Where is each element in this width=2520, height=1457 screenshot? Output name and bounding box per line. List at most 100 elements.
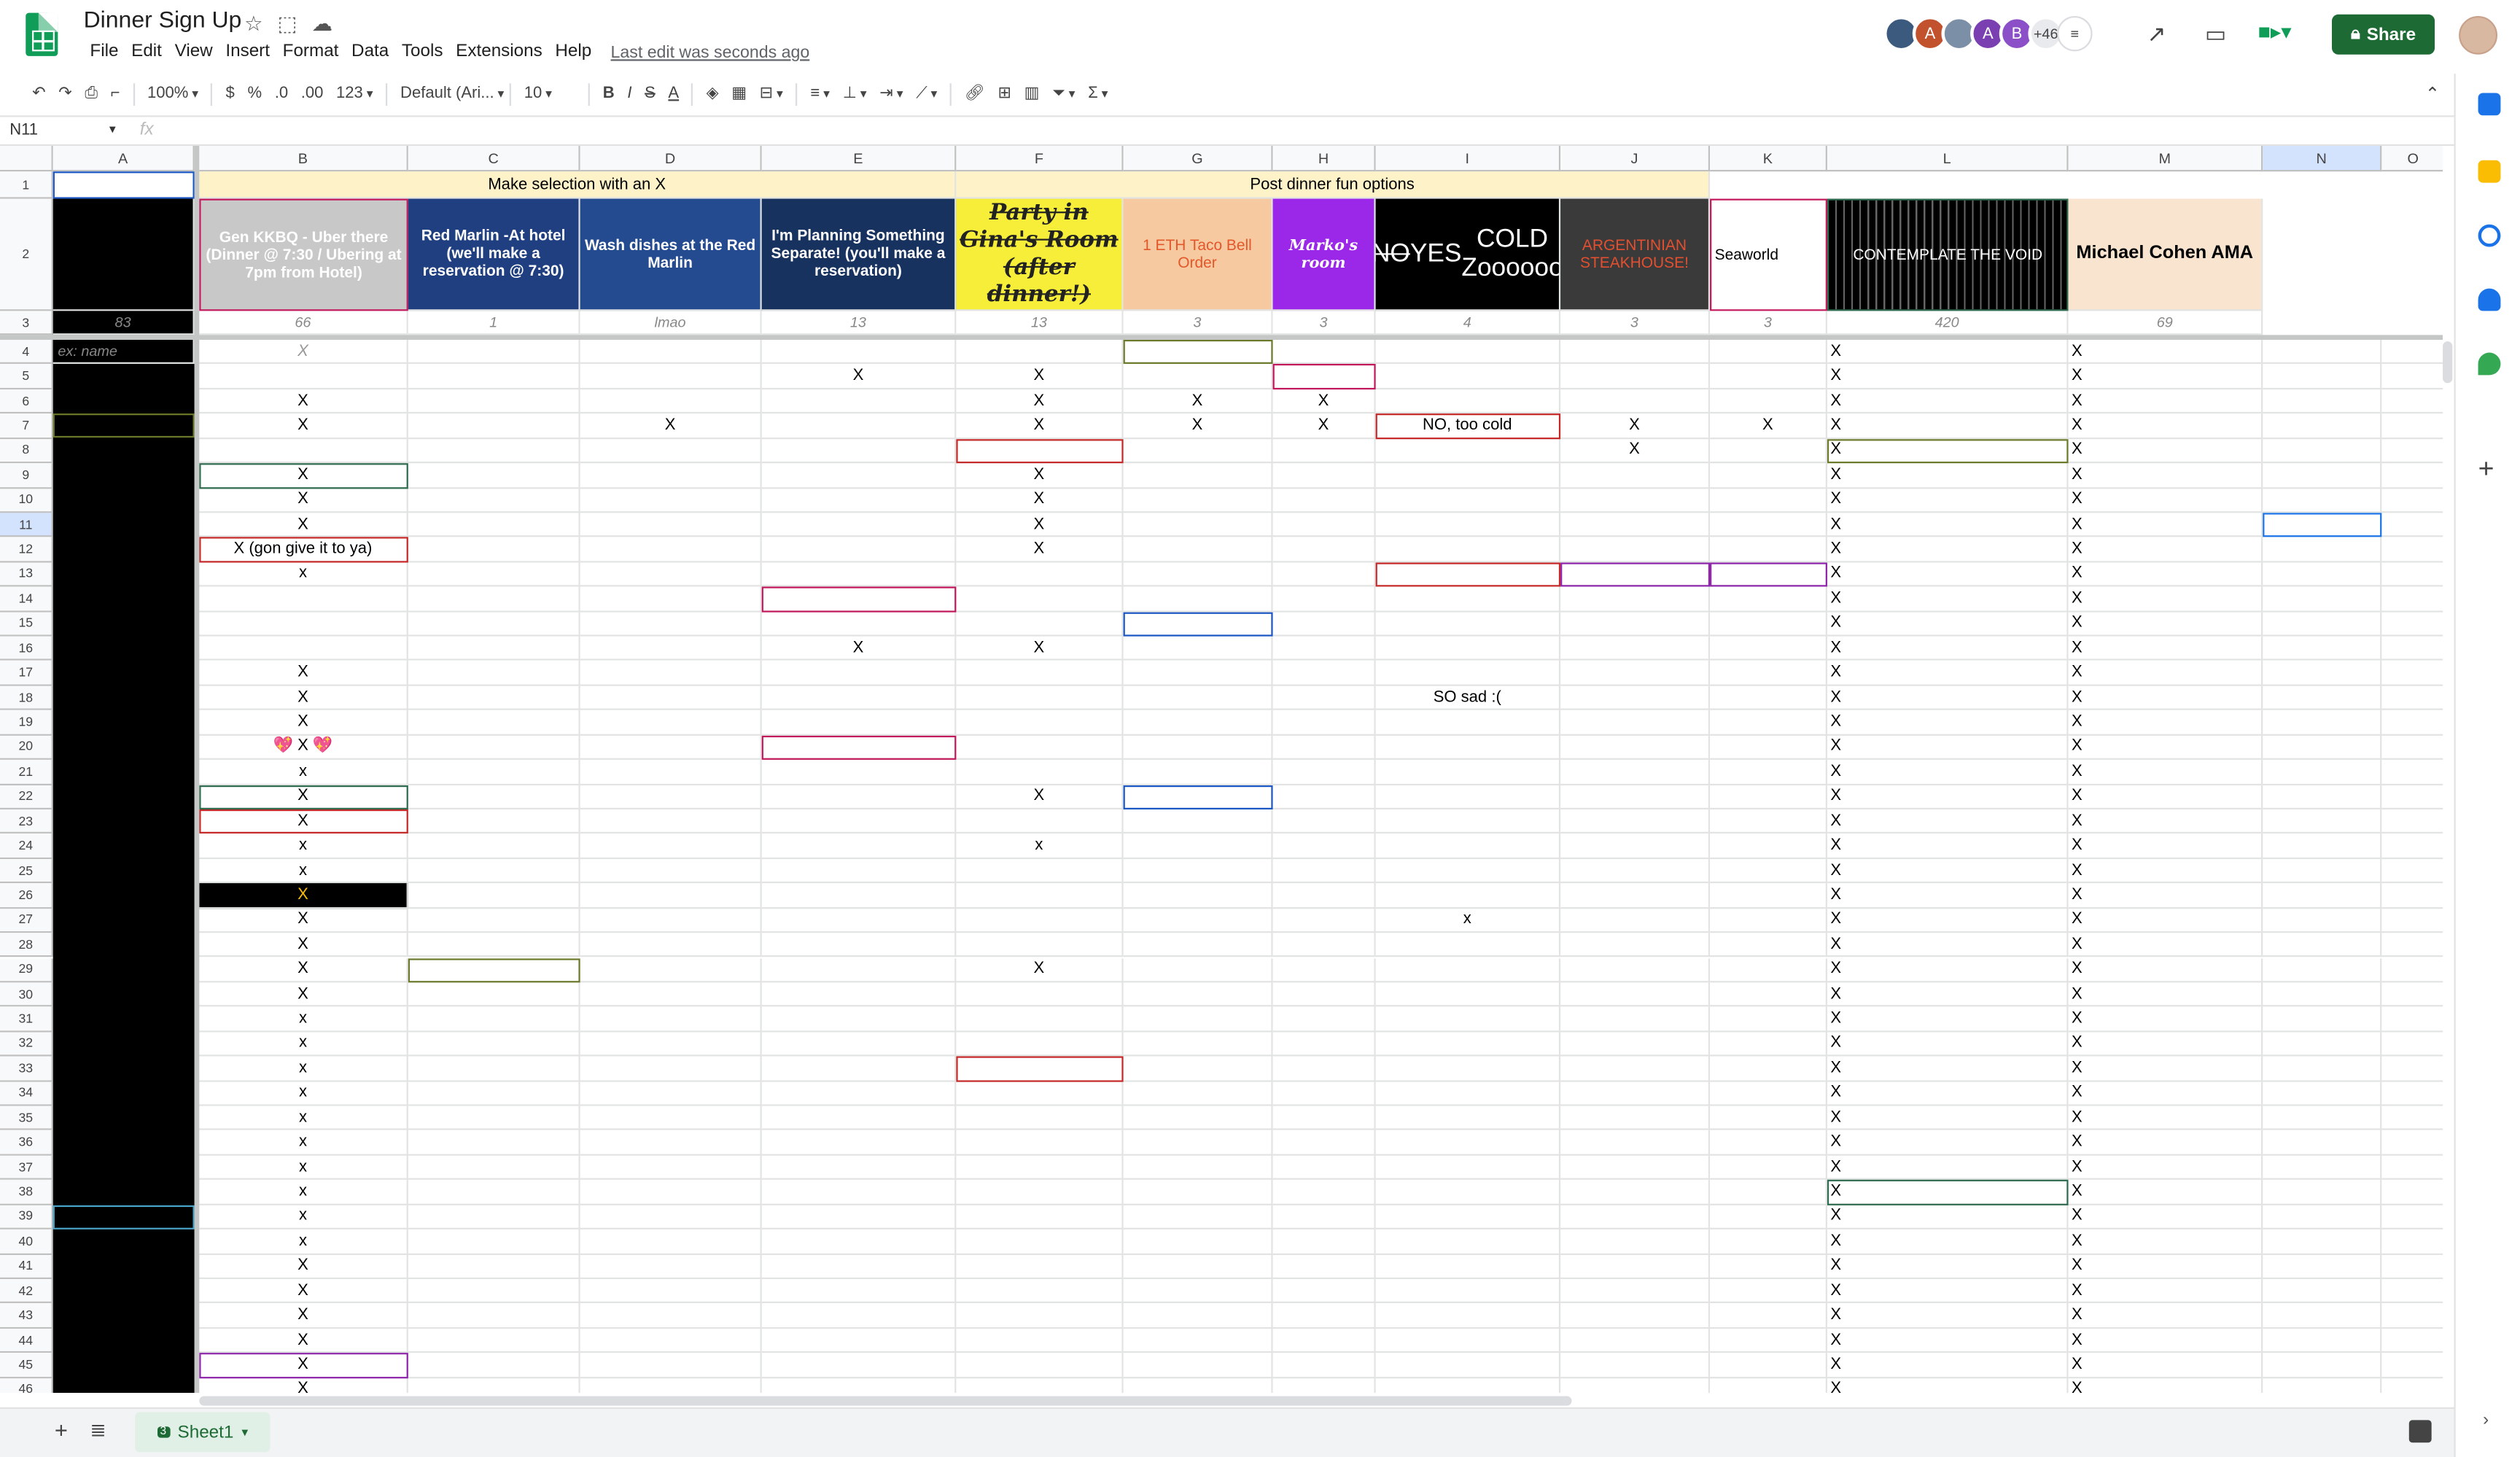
empty-cell[interactable] xyxy=(761,933,957,958)
calendar-icon[interactable] xyxy=(2478,93,2501,116)
empty-cell[interactable] xyxy=(1375,389,1561,414)
empty-cell[interactable] xyxy=(199,364,408,389)
signup-mark[interactable]: X xyxy=(1827,586,2069,612)
empty-cell[interactable] xyxy=(956,883,1124,909)
empty-cell[interactable] xyxy=(1375,1229,1561,1254)
empty-cell[interactable] xyxy=(580,611,762,637)
empty-cell[interactable] xyxy=(1272,339,1376,365)
empty-cell[interactable] xyxy=(1710,760,1827,785)
empty-cell[interactable] xyxy=(1272,933,1376,958)
empty-cell[interactable] xyxy=(1272,735,1376,761)
empty-cell[interactable] xyxy=(761,1031,957,1057)
option-header-d[interactable]: Wash dishes at the Red Marlin xyxy=(580,198,762,311)
signup-mark[interactable]: X xyxy=(1827,809,2069,834)
percent-format-button[interactable]: % xyxy=(241,85,268,102)
empty-cell[interactable] xyxy=(2263,537,2382,562)
empty-cell[interactable] xyxy=(580,1278,762,1304)
signup-mark[interactable]: X xyxy=(956,413,1124,439)
empty-cell[interactable] xyxy=(2381,389,2443,414)
signup-mark[interactable]: X xyxy=(1123,413,1273,439)
signup-mark[interactable]: X xyxy=(1827,1303,2069,1329)
empty-cell[interactable] xyxy=(1272,1056,1376,1081)
signup-mark[interactable]: X xyxy=(1827,957,2069,983)
empty-cell[interactable] xyxy=(956,735,1124,761)
signup-mark[interactable]: X xyxy=(2068,562,2263,587)
empty-cell[interactable] xyxy=(1375,611,1561,637)
signup-mark[interactable]: X xyxy=(2068,957,2263,983)
row-header[interactable]: 17 xyxy=(0,661,53,686)
row-header[interactable]: 36 xyxy=(0,1130,53,1156)
empty-cell[interactable] xyxy=(580,1007,762,1032)
empty-cell[interactable] xyxy=(761,883,957,909)
empty-cell[interactable] xyxy=(1560,834,1711,859)
empty-cell[interactable] xyxy=(1710,364,1827,389)
row-header[interactable]: 19 xyxy=(0,710,53,736)
signup-mark[interactable]: X xyxy=(1827,1130,2069,1156)
empty-cell[interactable] xyxy=(1123,735,1273,761)
empty-cell[interactable] xyxy=(1560,513,1711,538)
signup-mark[interactable]: X xyxy=(2068,1205,2263,1230)
empty-cell[interactable] xyxy=(761,1328,957,1353)
signup-mark[interactable]: x xyxy=(199,1056,408,1081)
empty-cell[interactable] xyxy=(2381,785,2443,809)
empty-cell[interactable] xyxy=(1375,1303,1561,1329)
signup-mark[interactable]: X xyxy=(1827,785,2069,809)
empty-cell[interactable] xyxy=(956,685,1124,711)
empty-cell[interactable] xyxy=(1272,537,1376,562)
empty-cell[interactable] xyxy=(199,611,408,637)
empty-cell[interactable] xyxy=(2381,637,2443,661)
empty-cell[interactable] xyxy=(580,1328,762,1353)
empty-cell[interactable] xyxy=(1272,1155,1376,1181)
explore-icon[interactable] xyxy=(2408,1420,2432,1443)
signup-mark[interactable]: X xyxy=(2068,834,2263,859)
empty-cell[interactable] xyxy=(1123,1254,1273,1279)
menu-edit[interactable]: Edit xyxy=(125,42,168,61)
empty-cell[interactable] xyxy=(2381,1106,2443,1131)
row-header[interactable]: 20 xyxy=(0,735,53,761)
comments-icon[interactable]: ▭ xyxy=(2205,21,2226,48)
row-header[interactable]: 1 xyxy=(0,171,53,199)
empty-cell[interactable] xyxy=(408,562,580,587)
signup-mark[interactable]: x xyxy=(956,834,1124,859)
empty-cell[interactable] xyxy=(580,562,762,587)
option-header-g[interactable]: 1 ETH Taco Bell Order xyxy=(1123,198,1273,311)
empty-cell[interactable] xyxy=(408,1155,580,1181)
empty-cell[interactable] xyxy=(956,1106,1124,1131)
empty-cell[interactable] xyxy=(1376,1378,1561,1394)
strikethrough-icon[interactable]: S xyxy=(638,85,661,102)
row-header[interactable]: 46 xyxy=(0,1378,53,1394)
empty-cell[interactable] xyxy=(761,463,957,489)
text-color-icon[interactable]: A xyxy=(662,85,685,102)
empty-cell[interactable] xyxy=(199,636,408,661)
signup-mark[interactable]: X xyxy=(2068,735,2263,761)
empty-cell[interactable] xyxy=(2263,1031,2382,1057)
empty-cell[interactable] xyxy=(1123,1278,1273,1304)
signup-mark[interactable]: x xyxy=(199,1081,408,1106)
option-header-i[interactable]: NO YESCOLD Zoooooo xyxy=(1375,198,1561,311)
signup-mark[interactable]: X xyxy=(956,364,1124,389)
menu-insert[interactable]: Insert xyxy=(219,42,276,61)
menu-file[interactable]: File xyxy=(84,42,125,61)
empty-cell[interactable] xyxy=(1375,438,1561,464)
signup-mark[interactable]: X xyxy=(1827,537,2069,562)
empty-cell[interactable] xyxy=(408,809,580,834)
signup-mark[interactable]: X xyxy=(1827,933,2069,958)
empty-cell[interactable] xyxy=(1710,1031,1827,1057)
signup-mark[interactable]: X xyxy=(2068,513,2263,538)
filter-icon[interactable]: ⏷ xyxy=(1046,85,1081,102)
signup-mark[interactable]: X xyxy=(2068,661,2263,686)
empty-cell[interactable] xyxy=(2381,834,2443,859)
row-header[interactable]: 41 xyxy=(0,1254,53,1279)
signup-mark[interactable]: X xyxy=(2068,1106,2263,1131)
empty-cell[interactable] xyxy=(2381,735,2443,761)
empty-cell[interactable] xyxy=(1710,957,1827,983)
signup-mark[interactable]: x xyxy=(199,760,408,785)
empty-cell[interactable] xyxy=(1710,586,1827,612)
row-header[interactable]: 31 xyxy=(0,1007,53,1032)
empty-cell[interactable] xyxy=(580,586,762,612)
empty-cell[interactable] xyxy=(408,1031,580,1057)
option-header-k[interactable]: Seaworld xyxy=(1710,198,1827,311)
meet-video-icon[interactable]: ■▸▾ xyxy=(2258,19,2313,51)
empty-cell[interactable] xyxy=(2381,340,2443,365)
row-header[interactable]: 23 xyxy=(0,809,53,834)
